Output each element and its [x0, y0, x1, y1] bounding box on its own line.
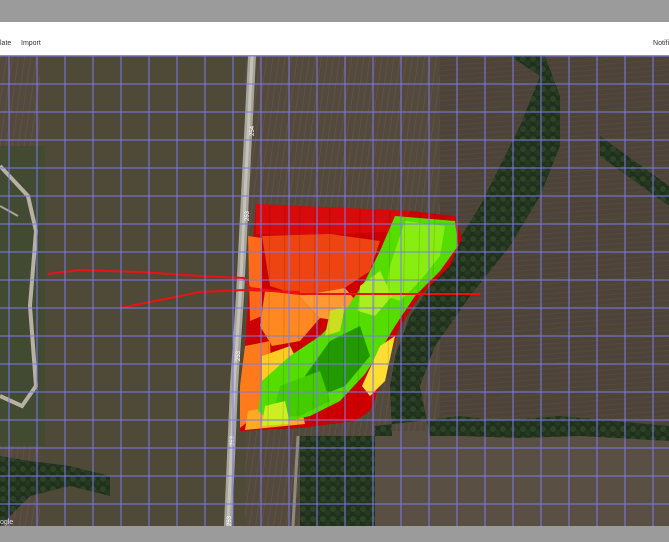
road-label: 253	[227, 515, 233, 526]
road-label: 253	[245, 210, 251, 221]
import-menu-item[interactable]: Import	[21, 40, 41, 47]
app-window: late Import Notifi 254 253 253 253 ogle	[0, 22, 669, 526]
toolbar-menu-item-left[interactable]: late	[0, 40, 11, 47]
notifications-menu-item[interactable]: Notifi	[653, 40, 669, 47]
map-attribution: ogle	[0, 519, 14, 526]
bottom-bar	[0, 526, 669, 542]
map-canvas[interactable]: 254 253 253 253 253	[0, 56, 669, 526]
road-label: 253	[236, 350, 242, 361]
road-label: 254	[250, 125, 256, 136]
toolbar: late Import Notifi	[0, 22, 669, 56]
